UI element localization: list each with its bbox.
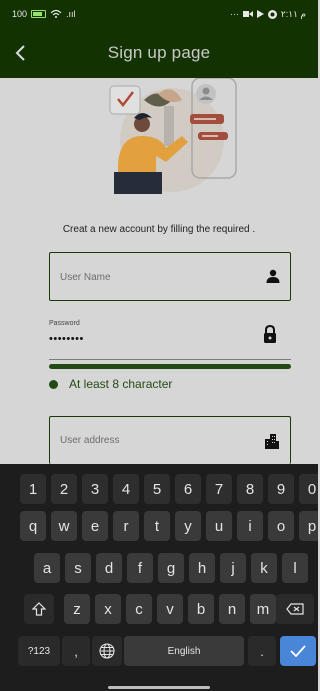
video-icon xyxy=(242,11,253,17)
more-dots: ··· xyxy=(229,8,239,19)
space-key[interactable]: English xyxy=(124,636,244,666)
back-button[interactable] xyxy=(0,28,40,78)
key-3[interactable]: 3 xyxy=(82,474,108,504)
key-5[interactable]: 5 xyxy=(144,474,170,504)
signal-icon: .ııl xyxy=(66,8,76,19)
hint-bullet-icon xyxy=(49,380,58,389)
status-bar: 100 .ııl ··· م ٢:١١ xyxy=(0,0,318,28)
username-field[interactable]: User Name xyxy=(49,252,291,301)
key-1[interactable]: 1 xyxy=(20,474,46,504)
key-z[interactable]: z xyxy=(64,594,90,624)
password-strength-bar xyxy=(49,364,291,369)
key-t[interactable]: t xyxy=(144,511,170,541)
globe-key[interactable] xyxy=(92,636,122,666)
person-icon xyxy=(266,269,280,283)
key-l[interactable]: l xyxy=(282,553,308,583)
gesture-nav-bar[interactable] xyxy=(108,686,210,689)
password-input[interactable]: •••••••• xyxy=(49,333,84,345)
keyboard-row-1: qwertyuiop xyxy=(0,511,318,541)
key-g[interactable]: g xyxy=(158,553,184,583)
lock-icon[interactable] xyxy=(263,325,277,343)
username-placeholder: User Name xyxy=(60,272,111,283)
key-j[interactable]: j xyxy=(220,553,246,583)
form-subtitle: Creat a new account by filling the requi… xyxy=(62,224,256,235)
city-icon xyxy=(265,434,279,449)
key-n[interactable]: n xyxy=(219,594,245,624)
clock: م ٢:١١ xyxy=(280,8,306,19)
screen: { "status_bar": { "left_text": "100", "s… xyxy=(0,0,318,691)
key-f[interactable]: f xyxy=(127,553,153,583)
back-arrow-icon xyxy=(15,45,25,61)
keyboard-row-2: asdfghjkl xyxy=(0,553,318,583)
check-icon xyxy=(290,645,306,657)
key-h[interactable]: h xyxy=(189,553,215,583)
key-q[interactable]: q xyxy=(20,511,46,541)
play-icon xyxy=(256,10,264,18)
key-d[interactable]: d xyxy=(96,553,122,583)
keyboard-row-3: zxcvbnm xyxy=(0,594,318,624)
key-m[interactable]: m xyxy=(250,594,276,624)
key-k[interactable]: k xyxy=(251,553,277,583)
key-e[interactable]: e xyxy=(82,511,108,541)
shift-key[interactable] xyxy=(24,594,54,624)
keyboard-row-bottom: ?123 , English . xyxy=(0,636,318,666)
key-x[interactable]: x xyxy=(95,594,121,624)
key-4[interactable]: 4 xyxy=(113,474,139,504)
globe-icon xyxy=(99,643,115,659)
app-badge-icon xyxy=(267,9,277,19)
key-b[interactable]: b xyxy=(188,594,214,624)
key-p[interactable]: p xyxy=(299,511,318,541)
backspace-icon xyxy=(286,603,304,615)
key-y[interactable]: y xyxy=(175,511,201,541)
shift-icon xyxy=(32,602,46,616)
soft-keyboard: 1234567890 qwertyuiop asdfghjkl zxcvbnm … xyxy=(0,464,318,691)
backspace-key[interactable] xyxy=(276,594,314,624)
comma-key[interactable]: , xyxy=(62,636,90,666)
key-r[interactable]: r xyxy=(113,511,139,541)
key-a[interactable]: a xyxy=(34,553,60,583)
keyboard-row-numbers: 1234567890 xyxy=(0,474,318,504)
password-underline xyxy=(49,359,291,360)
password-label: Password xyxy=(49,320,80,327)
wifi-icon xyxy=(50,9,62,18)
signup-illustration xyxy=(109,78,237,194)
key-w[interactable]: w xyxy=(51,511,77,541)
key-9[interactable]: 9 xyxy=(268,474,294,504)
symbols-key[interactable]: ?123 xyxy=(18,636,60,666)
enter-key[interactable] xyxy=(280,636,316,666)
key-2[interactable]: 2 xyxy=(51,474,77,504)
key-s[interactable]: s xyxy=(65,553,91,583)
page-title: Sign up page xyxy=(107,43,211,62)
app-bar: Sign up page xyxy=(0,28,318,78)
key-o[interactable]: o xyxy=(268,511,294,541)
battery-icon xyxy=(31,10,47,18)
key-0[interactable]: 0 xyxy=(299,474,318,504)
key-c[interactable]: c xyxy=(126,594,152,624)
key-8[interactable]: 8 xyxy=(237,474,263,504)
key-i[interactable]: i xyxy=(237,511,263,541)
address-placeholder: User address xyxy=(60,435,120,446)
period-key[interactable]: . xyxy=(248,636,276,666)
key-v[interactable]: v xyxy=(157,594,183,624)
address-field[interactable]: User address xyxy=(49,416,291,464)
key-6[interactable]: 6 xyxy=(175,474,201,504)
key-u[interactable]: u xyxy=(206,511,232,541)
key-7[interactable]: 7 xyxy=(206,474,232,504)
battery-level: 100 xyxy=(12,8,28,19)
password-hint: At least 8 character xyxy=(69,377,173,391)
